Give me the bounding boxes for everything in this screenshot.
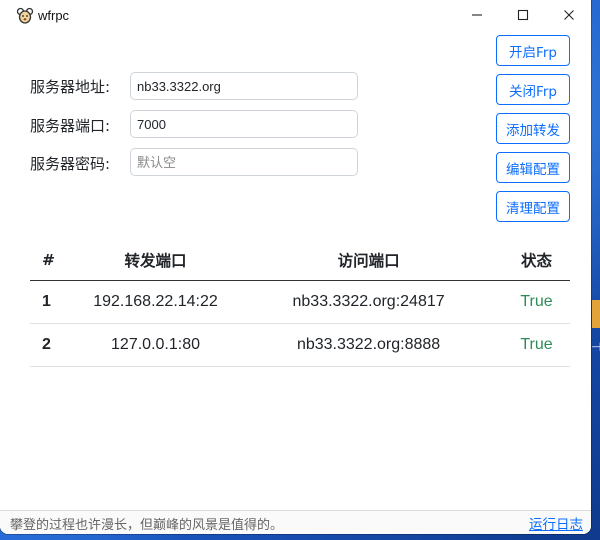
- row-access-port: nb33.3322.org:8888: [234, 323, 504, 367]
- server-port-input[interactable]: [130, 110, 358, 138]
- maximize-button[interactable]: [500, 0, 546, 30]
- background-window-glyph: ⊣: [591, 340, 600, 354]
- header-status: 状态: [503, 240, 570, 281]
- server-password-input[interactable]: [130, 148, 358, 176]
- row-forward-port: 127.0.0.1:80: [76, 323, 235, 367]
- close-icon: [564, 10, 574, 20]
- minimize-button[interactable]: [454, 0, 500, 30]
- background-window-edge: [592, 300, 600, 328]
- server-password-label: 服务器密码:: [30, 155, 111, 173]
- header-forward-port: 转发端口: [76, 240, 235, 281]
- maximize-icon: [517, 9, 529, 21]
- status-message: 攀登的过程也许漫长，但巅峰的风景是值得的。: [10, 518, 284, 533]
- run-log-link[interactable]: 运行日志: [529, 513, 583, 533]
- close-button[interactable]: [546, 0, 591, 30]
- table-row[interactable]: 1 192.168.22.14:22 nb33.3322.org:24817 T…: [30, 280, 570, 324]
- row-status: True: [503, 323, 570, 367]
- row-access-port: nb33.3322.org:24817: [234, 280, 504, 324]
- status-bar: 攀登的过程也许漫长，但巅峰的风景是值得的。 运行日志: [0, 510, 591, 534]
- server-port-label: 服务器端口:: [30, 117, 111, 135]
- start-frp-button[interactable]: 开启Frp: [496, 35, 570, 66]
- server-address-input[interactable]: [130, 72, 358, 100]
- row-forward-port: 192.168.22.14:22: [76, 280, 235, 324]
- server-address-label: 服务器地址:: [30, 78, 111, 96]
- minimize-icon: [472, 14, 482, 16]
- title-bar[interactable]: wfrpc: [0, 0, 591, 32]
- header-index: #: [30, 240, 77, 281]
- table-header-row: # 转发端口 访问端口 状态: [30, 240, 570, 281]
- row-index: 2: [30, 323, 77, 367]
- clear-config-button[interactable]: 清理配置: [496, 191, 570, 222]
- edit-config-button[interactable]: 编辑配置: [496, 152, 570, 183]
- app-logo-icon: [16, 7, 34, 25]
- app-window: wfrpc 服务器地址: 服务器端口: 服务器密码: 开启Frp 关闭Frp 添…: [0, 0, 591, 534]
- row-status: True: [503, 280, 570, 324]
- window-title: wfrpc: [38, 8, 70, 23]
- header-access-port: 访问端口: [234, 240, 504, 281]
- stop-frp-button[interactable]: 关闭Frp: [496, 74, 570, 105]
- add-forward-button[interactable]: 添加转发: [496, 113, 570, 144]
- row-index: 1: [30, 280, 77, 324]
- forward-table: # 转发端口 访问端口 状态 1 192.168.22.14:22 nb33.3…: [30, 240, 570, 367]
- table-row[interactable]: 2 127.0.0.1:80 nb33.3322.org:8888 True: [30, 323, 570, 367]
